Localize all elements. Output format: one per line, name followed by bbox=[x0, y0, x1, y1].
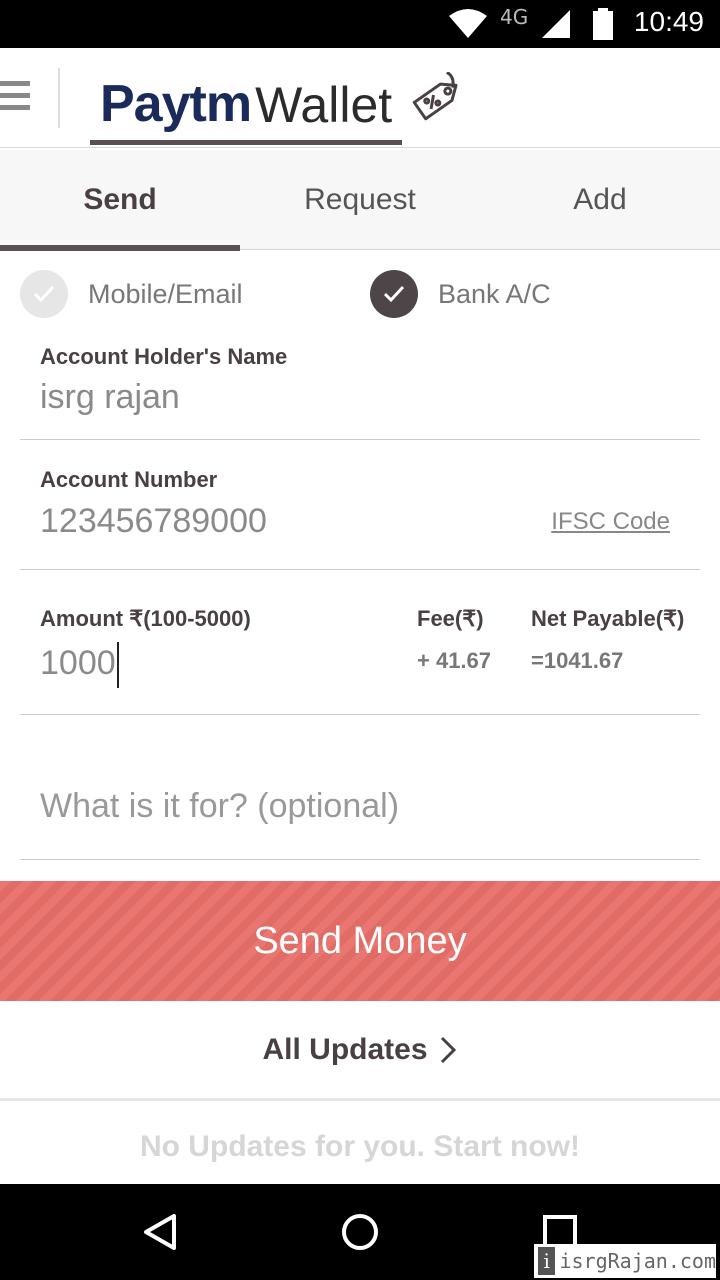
back-icon[interactable] bbox=[140, 1212, 180, 1252]
purpose-input[interactable]: What is it for? (optional) bbox=[40, 787, 399, 826]
radio-unchecked bbox=[20, 270, 68, 318]
wifi-icon bbox=[449, 9, 487, 38]
radio-mobile-email[interactable]: Mobile/Email bbox=[20, 270, 243, 318]
tab-request[interactable]: Request bbox=[240, 150, 480, 250]
offer-tag-icon bbox=[412, 72, 458, 121]
logo-product: Wallet bbox=[255, 77, 393, 133]
account-number-input[interactable]: 123456789000 bbox=[40, 502, 267, 541]
amount-field[interactable]: Amount ₹(100-5000) 1000 Fee(₹) + 41.67 N… bbox=[20, 570, 700, 715]
all-updates-label: All Updates bbox=[262, 1032, 428, 1066]
radio-checked bbox=[370, 270, 418, 318]
menu-icon[interactable] bbox=[0, 81, 30, 111]
fee-value: + 41.67 bbox=[417, 648, 492, 673]
account-number-field[interactable]: Account Number 123456789000 IFSC Code bbox=[20, 440, 700, 570]
check-icon bbox=[33, 285, 55, 303]
empty-updates-message: No Updates for you. Start now! bbox=[139, 1130, 580, 1163]
field-label: Account Holder's Name bbox=[40, 344, 288, 369]
check-icon bbox=[383, 285, 405, 303]
fee-label: Fee(₹) bbox=[417, 606, 484, 631]
account-holder-field[interactable]: Account Holder's Name isrg rajan bbox=[20, 338, 700, 440]
clock: 10:49 bbox=[633, 6, 704, 37]
chevron-right-icon bbox=[440, 1036, 456, 1063]
purpose-field[interactable]: What is it for? (optional) bbox=[20, 715, 700, 860]
amount-input[interactable]: 1000 bbox=[40, 642, 119, 688]
app-header: Paytm Wallet bbox=[0, 48, 720, 148]
net-payable-value: =1041.67 bbox=[531, 648, 624, 673]
paytm-wallet-logo: Paytm Wallet bbox=[100, 70, 392, 130]
navigation-bar: i isrgRajan.com bbox=[0, 1184, 720, 1280]
send-money-button[interactable]: Send Money bbox=[0, 881, 720, 1001]
tab-add[interactable]: Add bbox=[480, 150, 720, 250]
all-updates-link[interactable]: All Updates bbox=[0, 1001, 720, 1101]
text-cursor bbox=[116, 642, 119, 688]
field-label: Amount ₹(100-5000) bbox=[40, 606, 251, 631]
account-holder-input[interactable]: isrg rajan bbox=[40, 378, 180, 417]
logo-underline bbox=[90, 140, 402, 145]
recipient-type-selector: Mobile/Email Bank A/C bbox=[0, 250, 720, 338]
watermark-text: isrgRajan.com bbox=[559, 1249, 716, 1273]
amount-value: 1000 bbox=[40, 643, 116, 682]
header-divider bbox=[58, 68, 60, 128]
radio-label: Bank A/C bbox=[438, 278, 551, 309]
battery-icon bbox=[593, 8, 613, 40]
wallet-tabs: Send Request Add bbox=[0, 150, 720, 251]
radio-bank-account[interactable]: Bank A/C bbox=[370, 270, 551, 318]
field-label: Account Number bbox=[40, 467, 218, 492]
watermark: i isrgRajan.com bbox=[534, 1244, 716, 1278]
radio-label: Mobile/Email bbox=[88, 278, 243, 309]
network-type: 4G bbox=[500, 5, 529, 29]
tab-send[interactable]: Send bbox=[0, 150, 240, 251]
home-icon[interactable] bbox=[340, 1212, 380, 1252]
status-bar: 4G 10:49 bbox=[0, 0, 720, 48]
watermark-logo-icon: i bbox=[538, 1247, 556, 1275]
net-payable-label: Net Payable(₹) bbox=[531, 606, 685, 631]
logo-brand: Paytm bbox=[100, 75, 252, 133]
ifsc-code-link[interactable]: IFSC Code bbox=[551, 508, 670, 536]
signal-icon bbox=[542, 10, 570, 38]
